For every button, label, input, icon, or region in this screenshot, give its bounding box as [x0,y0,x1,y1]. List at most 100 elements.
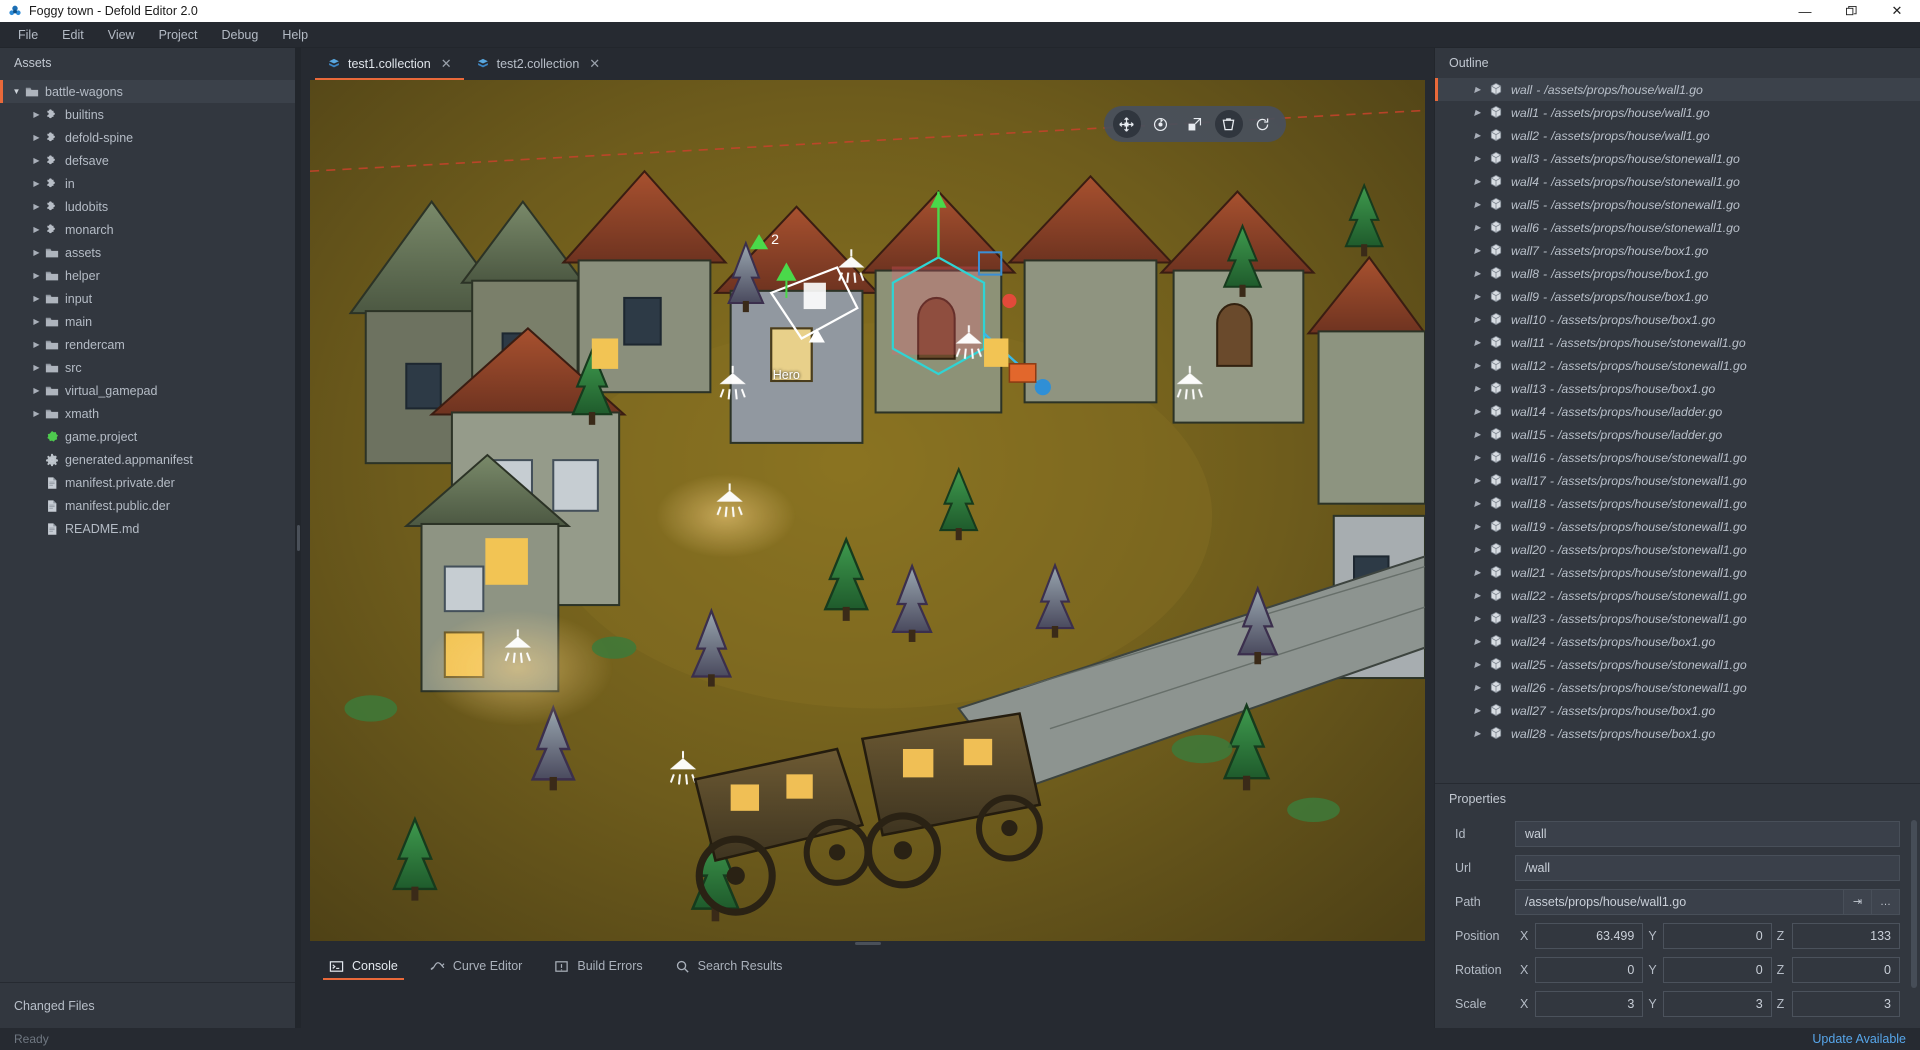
asset-tree-item-readme-md[interactable]: README.md [0,517,295,540]
rotate-tool-icon[interactable] [1147,110,1175,138]
rotation-z-input[interactable]: 0 [1792,957,1900,983]
asset-tree-item-xmath[interactable]: ▶xmath [0,402,295,425]
chevron-right-icon[interactable]: ▶ [30,225,43,234]
delete-tool-icon[interactable] [1215,110,1243,138]
chevron-right-icon[interactable]: ▶ [30,409,43,418]
asset-tree-item-helper[interactable]: ▶helper [0,264,295,287]
chevron-right-icon[interactable]: ▶ [1471,568,1484,577]
scene-render[interactable]: 2 [310,80,1425,941]
outline-item-wall7[interactable]: ▶wall7-/assets/props/house/box1.go [1435,239,1920,262]
properties-scrollbar[interactable] [1911,820,1917,988]
outline-item-wall3[interactable]: ▶wall3-/assets/props/house/stonewall1.go [1435,147,1920,170]
asset-tree-item-rendercam[interactable]: ▶rendercam [0,333,295,356]
chevron-right-icon[interactable]: ▶ [1471,200,1484,209]
chevron-right-icon[interactable]: ▶ [1471,338,1484,347]
outline-item-wall9[interactable]: ▶wall9-/assets/props/house/box1.go [1435,285,1920,308]
chevron-right-icon[interactable]: ▶ [1471,660,1484,669]
chevron-right-icon[interactable]: ▶ [1471,108,1484,117]
path-input[interactable]: /assets/props/house/wall1.go [1515,889,1844,915]
chevron-right-icon[interactable]: ▶ [30,340,43,349]
position-y-input[interactable]: 0 [1663,923,1771,949]
chevron-right-icon[interactable]: ▶ [30,179,43,188]
chevron-right-icon[interactable]: ▶ [1471,361,1484,370]
chevron-right-icon[interactable]: ▶ [1471,315,1484,324]
asset-tree-item-input[interactable]: ▶input [0,287,295,310]
menu-debug[interactable]: Debug [209,25,270,45]
chevron-right-icon[interactable]: ▶ [1471,223,1484,232]
url-input[interactable]: /wall [1515,855,1900,881]
chevron-right-icon[interactable]: ▶ [1471,476,1484,485]
chevron-right-icon[interactable]: ▶ [30,133,43,142]
close-icon[interactable]: ✕ [589,56,600,72]
outline-item-wall5[interactable]: ▶wall5-/assets/props/house/stonewall1.go [1435,193,1920,216]
chevron-right-icon[interactable]: ▶ [1471,499,1484,508]
chevron-right-icon[interactable]: ▶ [1471,683,1484,692]
update-available-link[interactable]: Update Available [1812,1032,1906,1046]
outline-item-wall20[interactable]: ▶wall20-/assets/props/house/stonewall1.g… [1435,538,1920,561]
outline-item-wall26[interactable]: ▶wall26-/assets/props/house/stonewall1.g… [1435,676,1920,699]
bottom-tab-search-results[interactable]: Search Results [661,946,797,986]
chevron-right-icon[interactable]: ▶ [1471,614,1484,623]
rotation-y-input[interactable]: 0 [1663,957,1771,983]
outline-item-wall28[interactable]: ▶wall28-/assets/props/house/box1.go [1435,722,1920,745]
close-icon[interactable]: ✕ [441,56,452,72]
scale-x-input[interactable]: 3 [1535,991,1643,1017]
asset-tree-item-ludobits[interactable]: ▶ludobits [0,195,295,218]
path-goto-button[interactable]: ⇥ [1844,889,1872,915]
chevron-right-icon[interactable]: ▶ [1471,269,1484,278]
outline-item-wall4[interactable]: ▶wall4-/assets/props/house/stonewall1.go [1435,170,1920,193]
chevron-right-icon[interactable]: ▶ [1471,246,1484,255]
scale-z-input[interactable]: 3 [1792,991,1900,1017]
editor-tab-test2-collection[interactable]: test2.collection✕ [464,48,613,80]
scale-tool-icon[interactable] [1181,110,1209,138]
chevron-right-icon[interactable]: ▶ [1471,453,1484,462]
asset-tree-item-main[interactable]: ▶main [0,310,295,333]
asset-tree-item-manifest-private-der[interactable]: manifest.private.der [0,471,295,494]
chevron-right-icon[interactable]: ▶ [1471,384,1484,393]
chevron-right-icon[interactable]: ▶ [1471,85,1484,94]
chevron-right-icon[interactable]: ▶ [1471,522,1484,531]
outline-item-wall10[interactable]: ▶wall10-/assets/props/house/box1.go [1435,308,1920,331]
outline-item-wall11[interactable]: ▶wall11-/assets/props/house/stonewall1.g… [1435,331,1920,354]
outline-item-wall21[interactable]: ▶wall21-/assets/props/house/stonewall1.g… [1435,561,1920,584]
bottom-tab-build-errors[interactable]: Build Errors [540,946,656,986]
chevron-down-icon[interactable]: ▼ [10,87,23,96]
chevron-right-icon[interactable]: ▶ [1471,430,1484,439]
chevron-right-icon[interactable]: ▶ [30,294,43,303]
outline-item-wall[interactable]: ▶wall-/assets/props/house/wall1.go [1435,78,1920,101]
chevron-right-icon[interactable]: ▶ [30,363,43,372]
outline-item-wall15[interactable]: ▶wall15-/assets/props/house/ladder.go [1435,423,1920,446]
outline-item-wall8[interactable]: ▶wall8-/assets/props/house/box1.go [1435,262,1920,285]
id-input[interactable]: wall [1515,821,1900,847]
scale-y-input[interactable]: 3 [1663,991,1771,1017]
chevron-right-icon[interactable]: ▶ [1471,407,1484,416]
chevron-right-icon[interactable]: ▶ [1471,177,1484,186]
changed-files-panel[interactable]: Changed Files [0,982,295,1028]
outline-list[interactable]: ▶wall-/assets/props/house/wall1.go▶wall1… [1435,78,1920,783]
outline-item-wall23[interactable]: ▶wall23-/assets/props/house/stonewall1.g… [1435,607,1920,630]
outline-item-wall22[interactable]: ▶wall22-/assets/props/house/stonewall1.g… [1435,584,1920,607]
asset-tree-item-monarch[interactable]: ▶monarch [0,218,295,241]
rotation-x-input[interactable]: 0 [1535,957,1643,983]
menu-view[interactable]: View [96,25,147,45]
outline-item-wall19[interactable]: ▶wall19-/assets/props/house/stonewall1.g… [1435,515,1920,538]
scene-viewport[interactable]: 2 [310,80,1425,941]
outline-item-wall16[interactable]: ▶wall16-/assets/props/house/stonewall1.g… [1435,446,1920,469]
assets-tree[interactable]: ▼battle-wagons▶builtins▶defold-spine▶def… [0,78,295,982]
outline-item-wall12[interactable]: ▶wall12-/assets/props/house/stonewall1.g… [1435,354,1920,377]
path-browse-button[interactable]: … [1872,889,1900,915]
outline-item-wall1[interactable]: ▶wall1-/assets/props/house/wall1.go [1435,101,1920,124]
chevron-right-icon[interactable]: ▶ [30,271,43,280]
outline-item-wall18[interactable]: ▶wall18-/assets/props/house/stonewall1.g… [1435,492,1920,515]
chevron-right-icon[interactable]: ▶ [1471,637,1484,646]
menu-file[interactable]: File [6,25,50,45]
asset-tree-item-manifest-public-der[interactable]: manifest.public.der [0,494,295,517]
outline-item-wall14[interactable]: ▶wall14-/assets/props/house/ladder.go [1435,400,1920,423]
chevron-right-icon[interactable]: ▶ [1471,591,1484,600]
position-x-input[interactable]: 63.499 [1535,923,1643,949]
editor-tab-test1-collection[interactable]: test1.collection✕ [315,48,464,80]
reset-tool-icon[interactable] [1249,110,1277,138]
close-button[interactable]: ✕ [1874,0,1920,22]
outline-item-wall13[interactable]: ▶wall13-/assets/props/house/box1.go [1435,377,1920,400]
chevron-right-icon[interactable]: ▶ [1471,729,1484,738]
